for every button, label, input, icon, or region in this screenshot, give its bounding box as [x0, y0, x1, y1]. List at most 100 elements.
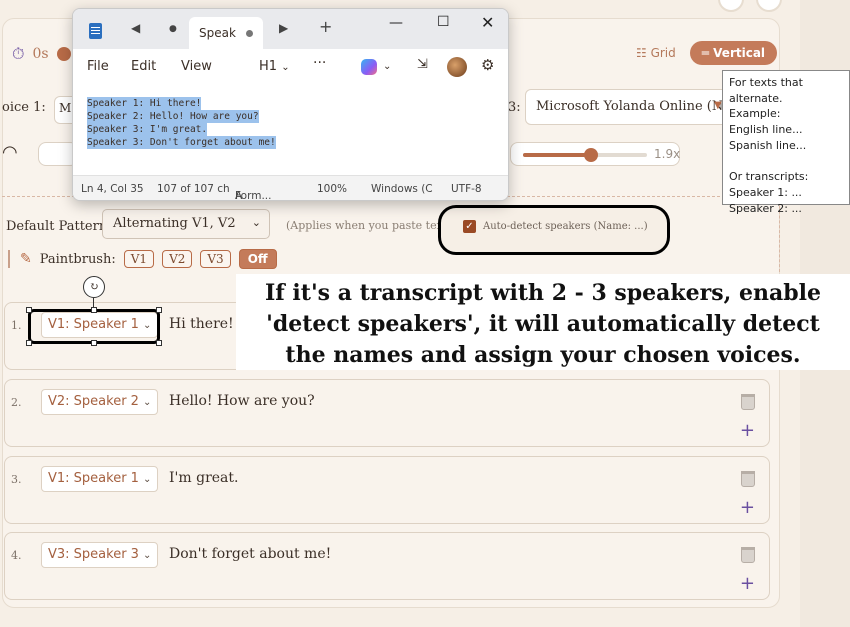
view-toggle: ☷ Grid ═ Vertical — [630, 41, 778, 65]
pattern-label: Default Pattern: — [6, 219, 112, 234]
speaker-value: V2: Speaker 2 — [48, 394, 139, 409]
chevron-down-icon: ⌄ — [281, 62, 290, 73]
tooltip-line: Speaker 1: ... — [729, 185, 802, 199]
editor-line: Speaker 3: I'm great. — [87, 123, 208, 136]
chevron-down-icon: ⌄ — [251, 216, 261, 229]
notepad-menubar: File Edit View H1 ⌄ ··· ⌄ ⇲ ⚙ — [73, 49, 508, 85]
notepad-tab[interactable]: Speak — [189, 17, 263, 49]
notepad-editor[interactable]: Speaker 1: Hi there! Speaker 2: Hello! H… — [73, 85, 508, 175]
tooltip-line: English line... — [729, 123, 803, 137]
line-number: 1. — [11, 319, 22, 332]
grid-label: Grid — [650, 46, 676, 60]
stopwatch-icon: ⏱ — [12, 44, 25, 63]
trash-icon[interactable] — [741, 547, 755, 563]
line-card: 4. V3: Speaker 3 ⌄ Don't forget about me!… — [4, 532, 770, 600]
resize-handle[interactable] — [156, 340, 162, 346]
dropdown-caret-icon: ▼ — [714, 100, 722, 111]
voice-3-select[interactable]: Microsoft Yolanda Online (N... — [525, 89, 732, 125]
close-icon[interactable]: ✕ — [481, 13, 494, 32]
heading-value: H1 — [259, 59, 278, 74]
chevron-down-icon: ⌄ — [142, 397, 152, 408]
new-tab-icon[interactable]: + — [319, 17, 332, 36]
line-text[interactable]: Hello! How are you? — [169, 393, 315, 409]
voice-3-label: 3: — [508, 100, 521, 115]
speaker-value: V3: Speaker 3 — [48, 547, 139, 562]
record-dot[interactable] — [56, 47, 71, 61]
resize-handle[interactable] — [91, 307, 97, 313]
notepad-app-icon — [89, 23, 102, 39]
trash-icon[interactable] — [741, 471, 755, 487]
tooltip-line: Or transcripts: — [729, 170, 809, 184]
pattern-tooltip: For texts that alternate. Example: Engli… — [722, 70, 850, 215]
tab-scroll-left-icon[interactable]: ◀ — [131, 21, 140, 35]
line-text[interactable]: Don't forget about me! — [169, 546, 331, 562]
trash-icon[interactable] — [741, 394, 755, 410]
speaker-select[interactable]: V1: Speaker 1 ⌄ — [41, 466, 159, 492]
resize-handle[interactable] — [91, 340, 97, 346]
rotate-handle-icon[interactable]: ↻ — [83, 276, 105, 298]
status-encoding[interactable]: UTF-8 — [451, 183, 482, 195]
line-card: 3. V1: Speaker 1 ⌄ I'm great. + — [4, 456, 770, 524]
minimize-icon[interactable]: — — [389, 15, 403, 31]
status-line-ending[interactable]: Windows (C — [371, 183, 433, 195]
speed-slider-knob[interactable] — [584, 148, 599, 162]
pattern-select[interactable]: Alternating V1, V2 ⌄ — [102, 209, 270, 239]
autodetect-checkbox[interactable]: ✓ — [463, 220, 476, 233]
top-circle-button[interactable] — [718, 0, 744, 12]
paintbrush-row: ✎ Paintbrush: V1 V2 V3 Off — [8, 249, 277, 269]
tooltip-line: Spanish line... — [729, 138, 807, 152]
gear-icon[interactable]: ⚙ — [481, 56, 494, 74]
speaker-value: V1: Speaker 1 — [48, 471, 139, 486]
plus-icon[interactable]: + — [740, 420, 755, 441]
plus-icon[interactable]: + — [740, 497, 755, 518]
notepad-statusbar: Ln 4, Col 35 107 of 107 ch A Form... 100… — [73, 175, 508, 200]
resize-handle[interactable] — [156, 307, 162, 313]
more-icon[interactable]: ··· — [313, 55, 326, 71]
paintbrush-chip-v2[interactable]: V2 — [162, 250, 193, 268]
selection-box[interactable] — [26, 307, 162, 346]
share-icon[interactable]: ⇲ — [417, 57, 428, 72]
line-number: 4. — [11, 549, 22, 562]
menu-edit[interactable]: Edit — [131, 59, 156, 74]
resize-handle[interactable] — [26, 340, 32, 346]
pattern-note: (Applies when you paste tex — [286, 219, 443, 232]
menu-file[interactable]: File — [87, 59, 109, 74]
notepad-titlebar[interactable]: ◀ ● Speak ▶ + — ☐ ✕ — [73, 9, 508, 49]
speed-value: 1.9x — [654, 147, 681, 161]
voice-1-label: oice 1: — [2, 100, 46, 115]
line-text[interactable]: I'm great. — [169, 470, 238, 486]
avatar[interactable] — [447, 57, 467, 77]
menu-view[interactable]: View — [181, 59, 212, 74]
voice-3-value: Microsoft Yolanda Online (N... — [536, 99, 732, 114]
speaker-select[interactable]: V3: Speaker 3 ⌄ — [41, 542, 159, 568]
speed-slider-fill — [523, 153, 592, 157]
status-zoom[interactable]: 100% — [317, 183, 347, 195]
paintbrush-label: Paintbrush: — [39, 251, 116, 267]
grid-view-button[interactable]: ☷ Grid — [630, 42, 682, 64]
timer: ⏱ 0s — [12, 44, 71, 64]
top-circle-button[interactable] — [756, 0, 782, 12]
paintbrush-icon: ✎ — [20, 251, 32, 267]
chevron-down-icon[interactable]: ⌄ — [383, 61, 391, 72]
speedometer-icon: ◠ — [2, 142, 18, 163]
paintbrush-chip-v1[interactable]: V1 — [123, 250, 155, 268]
paintbrush-chip-v3[interactable]: V3 — [200, 250, 231, 268]
plus-icon[interactable]: + — [740, 573, 755, 594]
tab-scroll-right-icon[interactable]: ▶ — [279, 21, 288, 35]
notepad-tab-title: Speak — [199, 26, 236, 40]
vertical-view-button[interactable]: ═ Vertical — [689, 41, 778, 65]
tooltip-line: Example: — [729, 107, 781, 121]
line-card: 2. V2: Speaker 2 ⌄ Hello! How are you? + — [4, 379, 770, 447]
heading-select[interactable]: H1 ⌄ — [259, 59, 290, 74]
speed-slider-container: 1.9x — [510, 142, 680, 166]
copilot-icon[interactable] — [361, 59, 377, 75]
line-text[interactable]: Hi there! — [169, 316, 234, 332]
paintbrush-off-button[interactable]: Off — [238, 249, 277, 269]
maximize-icon[interactable]: ☐ — [437, 14, 450, 30]
speaker-select[interactable]: V2: Speaker 2 ⌄ — [41, 389, 159, 415]
speed-slider-track[interactable] — [523, 148, 647, 162]
resize-handle[interactable] — [26, 307, 32, 313]
chevron-down-icon: ⌄ — [142, 474, 152, 485]
editor-line: Speaker 3: Don't forget about me! — [87, 136, 276, 149]
pattern-selected-value: Alternating V1, V2 — [113, 216, 236, 231]
